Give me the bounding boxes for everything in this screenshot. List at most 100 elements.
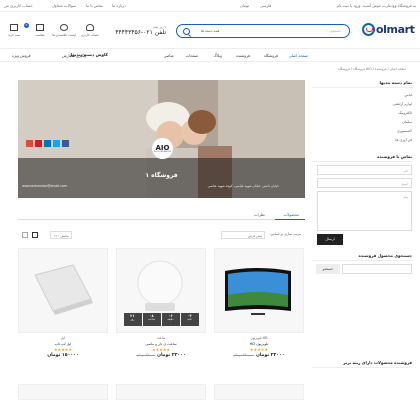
facebook-icon[interactable]: [62, 140, 69, 147]
linkedin-icon[interactable]: [44, 140, 51, 147]
language-select[interactable]: فارسی: [260, 3, 271, 8]
header-compare-label: مقایسه: [35, 33, 45, 37]
contact-title: تماس با فروشنده: [312, 154, 412, 162]
search-input[interactable]: جستجو...: [327, 29, 341, 33]
product-price: ۱۵۰۰۰۰ تومان: [18, 353, 108, 358]
store-logo-text: AIO: [155, 144, 170, 152]
sidebar-category[interactable]: الکترونیک: [312, 111, 412, 115]
contact-message-field[interactable]: پیام: [317, 191, 412, 231]
product-card[interactable]: اپل اپل لپ تاپ ★★★★★ ۱۵۰۰۰۰ تومان: [18, 248, 108, 382]
product-rating: ★★★★★: [152, 347, 170, 352]
vendor-search-input[interactable]: [342, 264, 412, 274]
nav-elements[interactable]: عناصر: [164, 53, 174, 58]
tab-reviews[interactable]: نظرات: [254, 212, 265, 217]
sidebar-category[interactable]: لباس: [312, 93, 412, 97]
pinterest-icon[interactable]: [35, 140, 42, 147]
countdown-unit: ۰۳ ثانیه: [180, 313, 199, 326]
search-icon[interactable]: [183, 28, 190, 35]
nav-blog[interactable]: وبلاگ: [213, 53, 222, 58]
sidebar-category[interactable]: فن آوری ها: [312, 138, 412, 142]
google-plus-icon[interactable]: [26, 140, 33, 147]
compare-icon: [36, 24, 44, 31]
vendor-search-row: جستجو: [312, 264, 412, 274]
product-name[interactable]: اپل لپ تاپ: [18, 342, 108, 346]
product-rating: ★★★★★: [250, 347, 268, 352]
contact-name-field[interactable]: نام: [317, 165, 412, 175]
search-category-select[interactable]: همه دسته ها: [201, 29, 219, 33]
product-card-partial[interactable]: [18, 384, 108, 400]
sidebar-category[interactable]: لوازم آرایشی: [312, 102, 412, 106]
nav-sale[interactable]: فروش ویژه: [12, 53, 31, 58]
store-email: woomartvendor@email.com: [22, 184, 68, 188]
product-price: ۲۲۰۰۰ تومان۲۳۰۰۰۰ تومان: [214, 353, 304, 358]
product-name[interactable]: ساعت ی دار و ماسی: [116, 342, 206, 346]
top-link-account[interactable]: حساب کاربری من: [4, 3, 33, 8]
header-cart[interactable]: 0 سبد خرید: [2, 23, 29, 37]
sidebar: تمام دسته بندیها لباس لوازم آرایشی الکتر…: [312, 80, 412, 274]
nav-shop[interactable]: فروشگاه: [264, 53, 278, 58]
countdown-unit: ۲۱ روز: [123, 313, 142, 326]
sidebar-category[interactable]: اکسسوری: [312, 129, 412, 133]
tab-underline: [275, 219, 305, 220]
search-bar[interactable]: جستجو... همه دسته ها: [176, 24, 350, 38]
top-link-faq[interactable]: سوالات متداول: [52, 3, 76, 8]
store-banner: AIO ALL IN ONE FASHION فروشگاه ۱ خیابان …: [18, 80, 305, 198]
social-links: [26, 140, 69, 147]
nav-vendor[interactable]: فروشنده: [236, 53, 250, 58]
contact-email-field[interactable]: ایمیل: [317, 178, 412, 188]
product-image[interactable]: [214, 248, 304, 333]
sidebar-category[interactable]: مبلمان: [312, 120, 412, 124]
vendor-search-button[interactable]: جستجو: [316, 264, 340, 274]
product-card[interactable]: ۰۳ ثانیه ۰۶ دقیقه ۰۸ ساعت ۲۱ روز ساعت ساعت ی…: [116, 248, 206, 382]
welcome-text: به فروشگاه وودمارت خوش آمدید، ورود یا ثب…: [336, 3, 416, 8]
phone-number: تلفن ۰۲۱-۴۴۴۴۳۴۵۶: [115, 29, 166, 36]
product-card[interactable]: HD تلویزیون تلویزیون HD ★★★★★ ۲۲۰۰۰ توما…: [214, 248, 304, 382]
site-logo[interactable]: olmart: [362, 23, 415, 37]
product-name[interactable]: تلویزیون HD: [214, 342, 304, 346]
product-card-partial[interactable]: [214, 384, 304, 400]
currency-select[interactable]: تومان: [240, 3, 249, 8]
best-products-title: فروشنده محصولات دارای رتبه برتر: [312, 360, 412, 368]
main-nav: کاوش دسته بندیها صفحه اصلی فروشگاه فروشن…: [0, 48, 420, 62]
countdown-unit: ۰۸ ساعت: [142, 313, 161, 326]
tv-image: [225, 268, 291, 315]
logo-mark-icon: [362, 23, 375, 36]
header-cart-label: سبد خرید: [8, 33, 20, 37]
list-view-icon[interactable]: [22, 232, 28, 238]
product-image[interactable]: ۰۳ ثانیه ۰۶ دقیقه ۰۸ ساعت ۲۱ روز: [116, 248, 206, 333]
sort-label: مرتب سازی بر اساس:: [269, 232, 301, 236]
header-wishlist-label: لیست علاقمندی ها: [52, 33, 76, 37]
tab-products[interactable]: محصولات: [284, 212, 299, 217]
nav-track-order[interactable]: پیگیری سفارش: [62, 53, 86, 58]
cart-icon: 0: [10, 23, 29, 31]
twitter-icon[interactable]: [53, 140, 60, 147]
sort-select[interactable]: پیش فرض: [221, 231, 265, 239]
laptop-image: [34, 264, 93, 315]
user-icon: [86, 24, 94, 31]
store-logo: AIO ALL IN ONE FASHION: [152, 138, 173, 159]
top-link-contact[interactable]: تماس با ما: [86, 3, 103, 8]
per-page-select[interactable]: نمایش : ۱۲: [50, 231, 72, 239]
price-current: ۲۳۰۰۰ تومان: [157, 353, 186, 358]
header-compare[interactable]: مقایسه: [28, 24, 52, 37]
top-link-about[interactable]: درباره ما: [112, 3, 126, 8]
send-button[interactable]: ارسال: [317, 234, 343, 245]
header-wishlist[interactable]: لیست علاقمندی ها: [52, 24, 76, 37]
vendor-search-title: جستجوی محصول فروشنده: [312, 253, 412, 261]
product-price: ۲۳۰۰۰ تومان۲۲۰۰۰ تومان: [116, 353, 206, 358]
product-brand: HD تلویزیون: [250, 336, 268, 340]
product-card-partial[interactable]: [116, 384, 206, 400]
product-brand: ساعت: [156, 336, 166, 340]
logo-text: olmart: [376, 23, 415, 36]
header-account-label: حساب کاربری: [81, 33, 99, 37]
grid-view-icon[interactable]: [32, 232, 38, 238]
categories-title: تمام دسته بندیها: [312, 80, 412, 88]
countdown-timer: ۰۳ ثانیه ۰۶ دقیقه ۰۸ ساعت ۲۱ روز: [123, 313, 199, 326]
nav-pages[interactable]: صفحات: [186, 53, 198, 58]
phone-block: ۷ روز هفته تلفن ۰۲۱-۴۴۴۴۳۴۵۶: [110, 25, 166, 37]
header-account[interactable]: حساب کاربری: [78, 24, 102, 37]
cart-badge: 0: [24, 23, 29, 28]
price-old: ۲۲۰۰۰ تومان: [136, 353, 156, 357]
nav-home[interactable]: صفحه اصلی: [288, 53, 308, 58]
product-image[interactable]: [18, 248, 108, 333]
